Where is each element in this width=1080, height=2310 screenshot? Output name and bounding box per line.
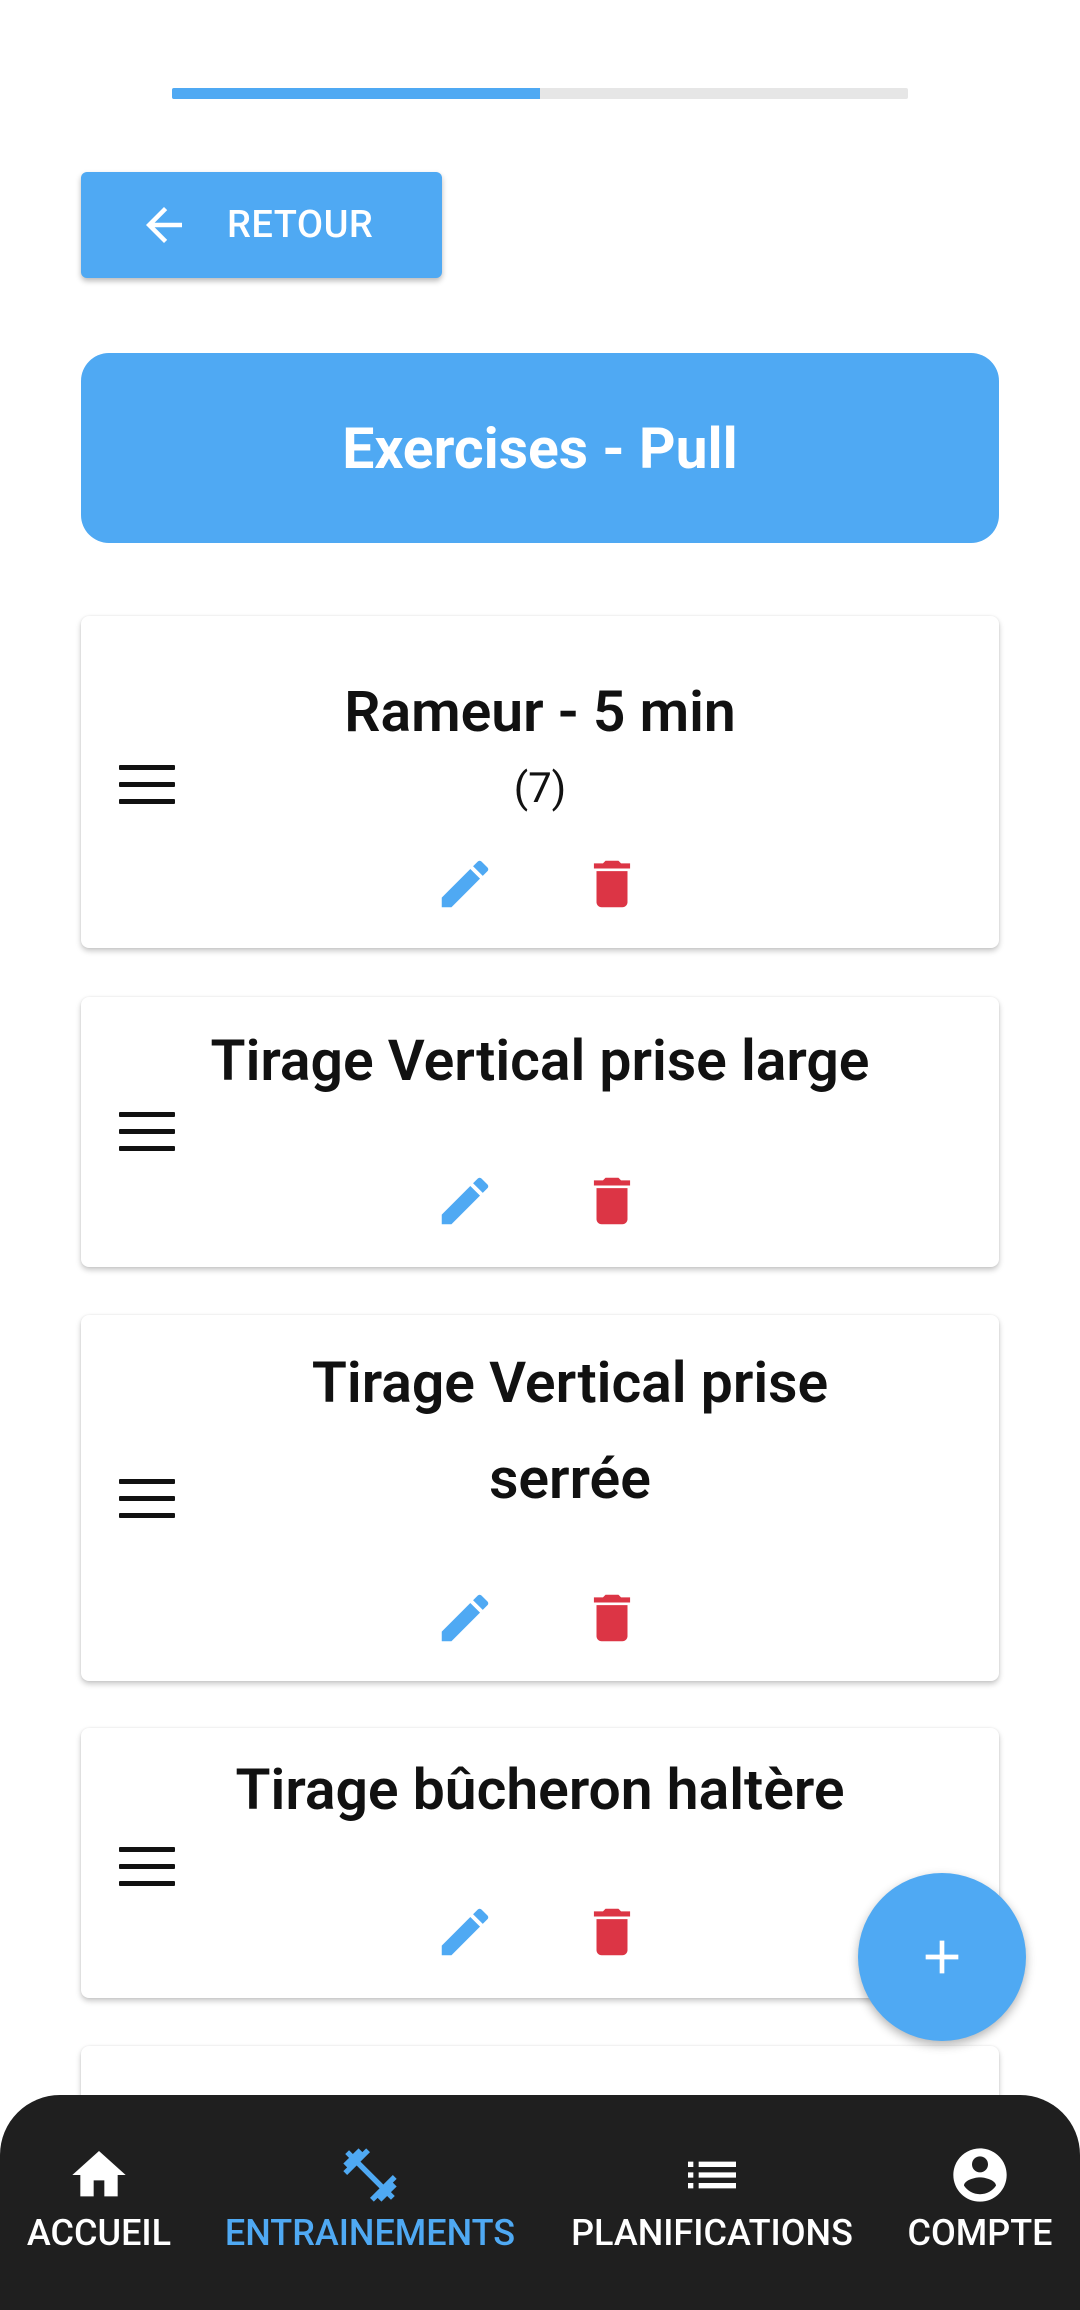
bottom-navigation: ACCUEIL ENTRAINEMENTS PLANIFICATIONS COM… [0,2095,1080,2310]
nav-label: COMPTE [907,2212,1053,2254]
back-button-label: RETOUR [227,203,374,247]
exercise-name: Rameur - 5 min [344,678,736,745]
add-exercise-button[interactable] [858,1873,1026,2041]
exercise-card[interactable]: Tirage Vertical prise large [81,997,999,1267]
exercise-card[interactable]: Rameur - 5 min (7) [81,616,999,948]
trash-icon[interactable] [581,1170,643,1232]
list-icon [688,2161,736,2189]
trash-icon[interactable] [581,1587,643,1649]
exercise-count: (7) [513,764,567,813]
exercise-name: Tirage bûcheron haltère [235,1756,845,1823]
progress-fill [172,88,540,99]
nav-label: ACCUEIL [26,2212,172,2254]
exercise-card[interactable]: Tirage Vertical prise serrée [81,1315,999,1681]
nav-item-compte[interactable]: COMPTE [898,2095,1062,2310]
account-icon [953,2148,1007,2202]
home-icon [72,2151,126,2197]
exercise-name: Tirage Vertical prise large [210,1027,870,1094]
nav-item-accueil[interactable]: ACCUEIL [0,2095,198,2310]
arrow-left-icon [146,207,182,243]
drag-handle-icon[interactable] [119,1847,175,1887]
progress-bar [172,88,908,99]
nav-item-entrainements[interactable]: ENTRAINEMENTS [218,2095,522,2310]
pencil-icon[interactable] [434,1587,496,1649]
pencil-icon[interactable] [434,1170,496,1232]
nav-label: PLANIFICATIONS [571,2212,853,2254]
exercise-name: Tirage Vertical prise serrée [311,1349,829,1512]
nav-item-planifications[interactable]: PLANIFICATIONS [562,2095,862,2310]
trash-icon[interactable] [581,853,643,915]
pencil-icon[interactable] [434,1901,496,1963]
trash-icon[interactable] [581,1901,643,1963]
pencil-icon[interactable] [434,853,496,915]
dumbbell-icon [343,2148,397,2202]
plus-icon [925,1940,959,1974]
drag-handle-icon[interactable] [119,1112,175,1152]
page-title: Exercises - Pull [81,353,999,543]
nav-label: ENTRAINEMENTS [224,2212,516,2254]
drag-handle-icon[interactable] [119,1479,175,1519]
back-button[interactable]: RETOUR [81,172,442,278]
